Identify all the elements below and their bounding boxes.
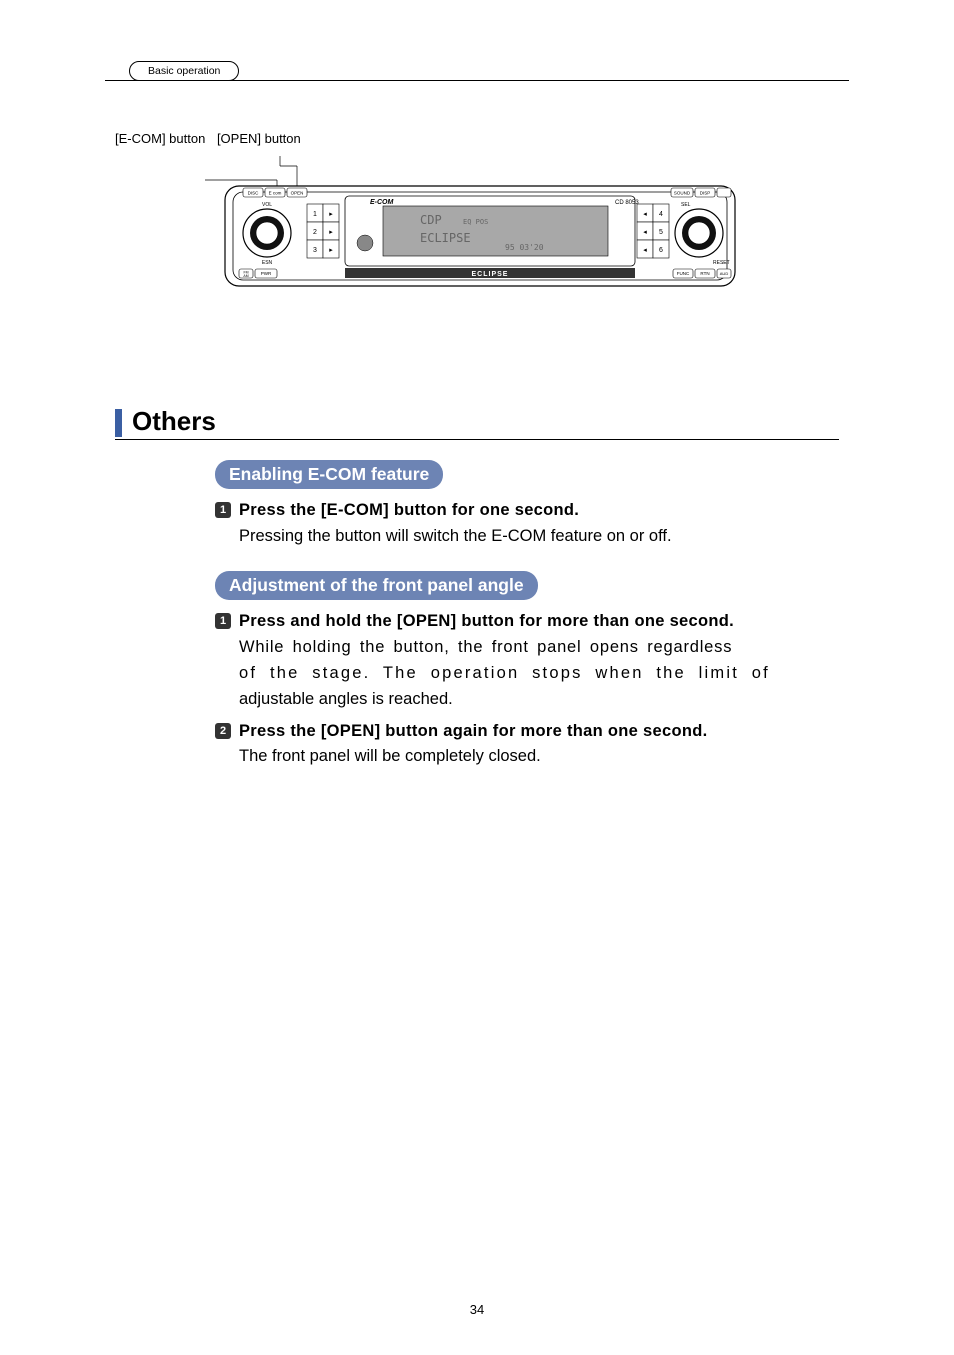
svg-text:2: 2 bbox=[313, 229, 317, 236]
svg-text:◂: ◂ bbox=[643, 247, 647, 254]
device-illustration: VOL ESN DISC E com OPEN FM AM PWR 1 2 3 … bbox=[205, 156, 839, 301]
step-heading: Press the [E-COM] button for one second. bbox=[239, 499, 839, 523]
svg-text:1: 1 bbox=[313, 211, 317, 218]
eclipse-logo: ECLIPSE bbox=[472, 271, 509, 278]
pwr-button: PWR bbox=[261, 271, 272, 276]
page-number: 34 bbox=[470, 1302, 484, 1317]
section-title: Others bbox=[132, 406, 216, 437]
callout-ecom: [E-COM] button bbox=[115, 131, 205, 146]
svg-text:◂: ◂ bbox=[643, 211, 647, 218]
step-number-icon: 2 bbox=[215, 723, 231, 739]
step-text: The front panel will be completely close… bbox=[239, 745, 839, 769]
step-text: of the stage. The operation stops when t… bbox=[239, 662, 839, 686]
step-heading: Press the [OPEN] button again for more t… bbox=[239, 720, 839, 744]
svg-text:4: 4 bbox=[659, 211, 663, 218]
svg-text:5: 5 bbox=[659, 229, 663, 236]
esn-label: ESN bbox=[262, 260, 273, 266]
section-accent-bar bbox=[115, 409, 122, 437]
step-text: adjustable angles is reached. bbox=[239, 688, 839, 712]
lcd-small2: 95 03'20 bbox=[505, 243, 544, 252]
subsection-pill-angle: Adjustment of the front panel angle bbox=[215, 571, 538, 600]
svg-text:▸: ▸ bbox=[329, 229, 333, 236]
step-text: Pressing the button will switch the E-CO… bbox=[239, 525, 839, 549]
disp-button: DISP bbox=[700, 191, 711, 196]
vol-label: VOL bbox=[262, 202, 272, 208]
sel-label: SEL bbox=[681, 202, 691, 208]
step-heading: Press and hold the [OPEN] button for mor… bbox=[239, 610, 839, 634]
preset-buttons: 1 2 3 ▸ ▸ ▸ bbox=[307, 204, 339, 258]
subsection-pill-ecom: Enabling E-COM feature bbox=[215, 460, 443, 489]
rtn-button: RTN bbox=[700, 271, 709, 276]
func-button: FUNC bbox=[677, 271, 690, 276]
breadcrumb: Basic operation bbox=[129, 61, 239, 81]
aud-button: AUD bbox=[720, 271, 729, 276]
open-button: OPEN bbox=[291, 191, 304, 196]
svg-text:6: 6 bbox=[659, 247, 663, 254]
sound-button: SOUND bbox=[674, 191, 691, 196]
step-number-icon: 1 bbox=[215, 613, 231, 629]
reset-label: RESET bbox=[713, 260, 730, 266]
section-header: Others bbox=[115, 406, 839, 440]
callout-open: [OPEN] button bbox=[217, 131, 301, 146]
step-number-icon: 1 bbox=[215, 502, 231, 518]
preset-buttons-right: ◂ ◂ ◂ 4 5 6 bbox=[637, 204, 669, 258]
svg-text:◂: ◂ bbox=[643, 229, 647, 236]
lcd-line1: CDP bbox=[420, 213, 442, 227]
am-button: AM bbox=[243, 274, 248, 278]
disc-button: DISC bbox=[248, 191, 260, 196]
ecom-button: E com bbox=[269, 191, 282, 196]
lcd-small1: EQ POS bbox=[463, 218, 488, 226]
lcd-line2: ECLIPSE bbox=[420, 231, 471, 245]
svg-text:▸: ▸ bbox=[329, 247, 333, 254]
step-text: While holding the button, the front pane… bbox=[239, 636, 839, 660]
svg-text:▸: ▸ bbox=[329, 211, 333, 218]
svg-text:3: 3 bbox=[313, 247, 317, 254]
model-label: CD 8053 bbox=[615, 200, 639, 206]
brand-label: E-COM bbox=[370, 199, 394, 206]
button-callouts: [E-COM] button [OPEN] button bbox=[115, 131, 839, 146]
